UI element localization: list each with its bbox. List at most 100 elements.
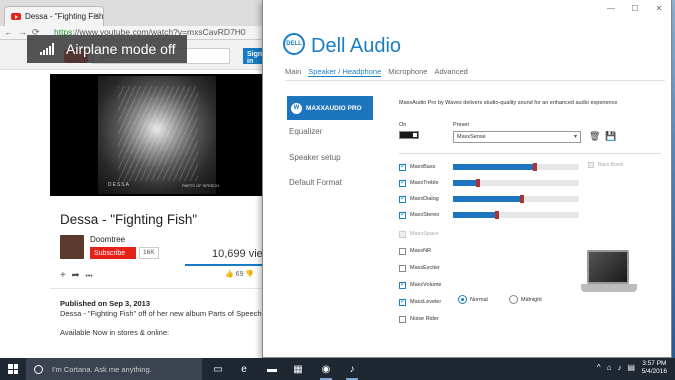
channel-avatar[interactable] — [60, 235, 84, 259]
feature-row-maxxtreble[interactable]: MaxxTreble — [399, 178, 439, 188]
maxxbass-checkbox[interactable] — [399, 162, 406, 171]
action-center-icon[interactable]: ▤ — [627, 363, 635, 372]
tab-close-icon[interactable]: × — [94, 11, 99, 20]
system-clock[interactable]: 3:57 PM 5/4/2016 — [642, 360, 667, 376]
slider-fill — [453, 164, 535, 170]
feature-row-maxxexciter[interactable]: MaxxExciter — [399, 263, 440, 273]
add-to-icon[interactable]: + — [60, 270, 66, 281]
slider-thumb[interactable] — [495, 211, 500, 219]
more-icon[interactable]: ••• — [85, 273, 92, 280]
maxxleveler-checkbox[interactable] — [399, 297, 406, 306]
browser-tab-title: Dessa - "Fighting Fish" — [25, 12, 104, 21]
tab-microphone[interactable]: Microphone — [388, 67, 427, 77]
dell-logo-icon: DELL — [283, 33, 305, 55]
bass-boost-option[interactable]: Bass Boost — [588, 162, 623, 168]
maxxaudio-label: MAXXAUDIO PRO — [306, 104, 362, 112]
app-title: Dell Audio — [311, 35, 402, 57]
feature-row-noise-rider[interactable]: Noise Rider — [399, 314, 439, 324]
sidebar-item-equalizer[interactable]: Equalizer — [289, 127, 322, 136]
youtube-icon — [11, 13, 21, 20]
maxxdialog-label: MaxxDialog — [410, 196, 439, 202]
tab-bar: Main Speaker / Headphone Microphone Advance… — [285, 67, 468, 77]
slider-thumb[interactable] — [476, 179, 481, 187]
noise-rider-checkbox[interactable] — [399, 315, 406, 323]
taskbar: I'm Cortana. Ask me anything. ▭ e ▬ ▦ ◉ ♪ ^ ⌂… — [0, 358, 675, 380]
sidebar-item-speaker-setup[interactable]: Speaker setup — [289, 153, 341, 162]
edge-icon[interactable]: e — [236, 361, 252, 377]
slider-thumb[interactable] — [532, 163, 537, 171]
channel-name[interactable]: Doomtree — [90, 235, 125, 244]
clock-date: 5/4/2016 — [641, 368, 667, 375]
feature-row-maxxvolume[interactable]: MaxxVolume — [399, 280, 442, 290]
maxxtreble-checkbox[interactable] — [399, 178, 406, 187]
feature-row-maxxbass[interactable]: MaxxBass — [399, 162, 435, 172]
thumbs-down-icon[interactable]: 👎 — [245, 271, 254, 278]
preset-dropdown[interactable]: MaxxSense — [453, 131, 581, 143]
cortana-search-box[interactable]: I'm Cortana. Ask me anything. — [26, 358, 202, 380]
task-view-icon[interactable]: ▭ — [210, 361, 226, 377]
chrome-icon[interactable]: ◉ — [318, 361, 334, 380]
back-icon[interactable]: ← — [4, 27, 13, 37]
maxxstereo-checkbox[interactable] — [399, 210, 406, 219]
bass-boost-label: Bass Boost — [598, 162, 624, 168]
sidebar-item-default-format[interactable]: Default Format — [289, 178, 342, 187]
maxxvolume-label: MaxxVolume — [410, 282, 442, 288]
store-icon[interactable]: ▦ — [290, 361, 306, 377]
maxxdialog-slider[interactable] — [453, 195, 579, 203]
feature-row-maxxdialog[interactable]: MaxxDialog — [399, 194, 439, 204]
feature-row-maxxspace[interactable]: MaxxSpace — [399, 229, 439, 239]
radio-dot — [458, 295, 467, 304]
album-art — [98, 76, 216, 194]
on-toggle[interactable] — [399, 131, 419, 139]
minimize-button[interactable]: — — [599, 0, 623, 16]
maxxtreble-label: MaxxTreble — [410, 180, 439, 186]
laptop-icon — [581, 250, 637, 300]
dell-audio-icon[interactable]: ♪ — [344, 361, 360, 380]
window-controls: — ☐ ✕ — [599, 0, 671, 16]
subscribe-button[interactable]: Subscribe — [90, 247, 136, 259]
bass-boost-checkbox[interactable] — [588, 162, 594, 168]
close-button[interactable]: ✕ — [647, 0, 671, 16]
maxxtreble-slider[interactable] — [453, 179, 579, 187]
volume-icon[interactable]: ♪ — [617, 363, 621, 372]
maxxnr-checkbox[interactable] — [399, 247, 406, 255]
maxxbass-label: MaxxBass — [410, 164, 436, 170]
feature-row-maxxnr[interactable]: MaxxNR — [399, 246, 431, 256]
preset-label: Preset — [453, 122, 469, 128]
feature-row-maxxleveler[interactable]: MaxxLeveler — [399, 297, 441, 307]
thumbs-up-icon[interactable]: 👍 — [225, 271, 234, 278]
system-tray: ^ ⌂ ♪ ▤ — [597, 363, 635, 372]
save-icon[interactable]: 💾 — [605, 131, 616, 143]
maximize-button[interactable]: ☐ — [623, 0, 647, 16]
feature-row-maxxstereo[interactable]: MaxxStereo — [399, 210, 439, 220]
trash-icon[interactable]: 🗑 — [589, 131, 600, 143]
tab-speaker-headphone[interactable]: Speaker / Headphone — [308, 67, 382, 77]
slider-fill — [453, 180, 479, 186]
slider-thumb[interactable] — [520, 195, 525, 203]
browser-tab[interactable]: Dessa - "Fighting Fish" × — [4, 6, 104, 26]
forward-icon[interactable]: → — [18, 27, 27, 37]
description-line: Available Now in stores & online: — [60, 328, 170, 337]
maxxvolume-checkbox[interactable] — [399, 280, 406, 289]
maxxdialog-checkbox[interactable] — [399, 194, 406, 203]
tab-advanced[interactable]: Advanced — [434, 67, 467, 77]
maxxbass-slider[interactable] — [453, 163, 579, 171]
maxxstereo-label: MaxxStereo — [410, 212, 440, 218]
video-player[interactable]: DESSA PARTS OF SPEECH — [50, 74, 268, 196]
maxxstereo-slider[interactable] — [453, 211, 579, 219]
leveler-midnight-radio[interactable]: Midnight — [509, 295, 542, 304]
tab-main[interactable]: Main — [285, 67, 301, 77]
maxxexciter-checkbox[interactable] — [399, 264, 406, 272]
leveler-normal-radio[interactable]: Normal — [458, 295, 488, 304]
file-explorer-icon[interactable]: ▬ — [264, 361, 280, 377]
windows-start-icon[interactable] — [8, 364, 18, 374]
radio-label: Normal — [470, 296, 488, 303]
radio-dot — [509, 295, 518, 304]
show-hidden-icons-icon[interactable]: ^ — [597, 363, 601, 372]
share-icon[interactable]: ➦ — [71, 270, 79, 281]
network-icon[interactable]: ⌂ — [607, 363, 612, 372]
cortana-icon — [34, 364, 43, 374]
maxxspace-label: MaxxSpace — [410, 231, 439, 237]
divider — [50, 288, 268, 289]
waves-icon: W — [291, 102, 302, 114]
